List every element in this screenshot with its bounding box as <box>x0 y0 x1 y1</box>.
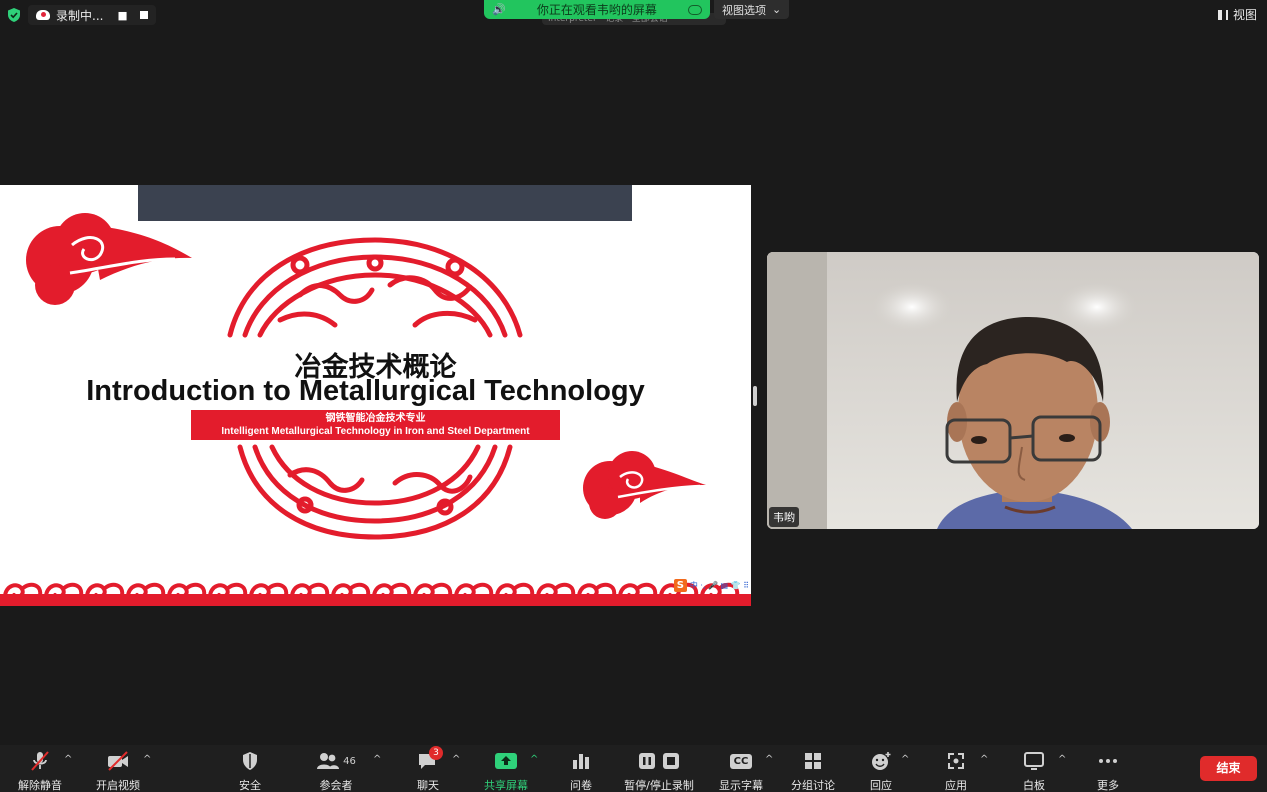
view-options-label: 视图选项 <box>722 3 766 17</box>
polls-button[interactable]: 问卷 <box>542 749 620 792</box>
meeting-toolbar: 解除静音 ^ 开启视频 ^ 安全 46 参会者 ^ 3 聊天 ^ 共享屏幕 ^ … <box>0 745 1267 792</box>
reactions-options-caret-icon[interactable]: ^ <box>901 754 909 765</box>
recording-status: 录制中... ▮▮ <box>6 5 156 25</box>
record-controls-label: 暂停/停止录制 <box>624 779 694 792</box>
layout-icon <box>1217 9 1228 20</box>
slide-subtitle-ribbon: 钢铁智能冶金技术专业 Intelligent Metallurgical Tec… <box>191 410 560 440</box>
split-resize-handle[interactable] <box>753 386 757 406</box>
breakout-rooms-label: 分组讨论 <box>791 779 835 792</box>
breakout-rooms-icon <box>805 753 821 769</box>
recording-pill[interactable]: 录制中... ▮▮ <box>28 5 156 25</box>
ime-toolbar-icons: 中 ·, 🎤 ▤ 👕 ⠿ <box>689 581 749 590</box>
participant-video <box>767 252 1259 529</box>
view-button[interactable]: 视图 <box>1217 6 1257 23</box>
share-options-caret-icon[interactable]: ^ <box>530 754 538 765</box>
share-screen-icon <box>495 753 517 769</box>
participant-video-tile[interactable]: 韦哟 <box>767 252 1259 529</box>
view-label: 视图 <box>1232 8 1257 22</box>
chat-options-caret-icon[interactable]: ^ <box>452 754 460 765</box>
more-button[interactable]: 更多 <box>1069 749 1147 792</box>
apps-label: 应用 <box>945 779 967 792</box>
slide-subtitle-english: Intelligent Metallurgical Technology in … <box>221 426 530 437</box>
shield-check-icon[interactable] <box>6 7 22 23</box>
whiteboard-label: 白板 <box>1023 779 1045 792</box>
whiteboard-options-caret-icon[interactable]: ^ <box>1058 754 1066 765</box>
pause-recording-icon[interactable]: ▮▮ <box>117 9 127 22</box>
participants-icon <box>317 753 340 769</box>
participants-options-caret-icon[interactable]: ^ <box>373 754 381 765</box>
apps-options-caret-icon[interactable]: ^ <box>980 754 988 765</box>
smiley-icon <box>872 752 891 770</box>
cloud-icon <box>688 4 702 15</box>
record-controls-button[interactable]: 暂停/停止录制 <box>620 749 698 792</box>
stop-icon <box>663 753 679 769</box>
more-label: 更多 <box>1097 779 1119 792</box>
cloud-ornament-right <box>583 451 706 519</box>
video-off-icon <box>108 751 128 771</box>
apps-icon <box>948 753 964 769</box>
security-label: 安全 <box>239 779 261 792</box>
stop-recording-icon[interactable] <box>139 11 148 19</box>
audio-options-caret-icon[interactable]: ^ <box>64 754 72 765</box>
participants-count: 46 <box>343 755 356 767</box>
microphone-muted-icon <box>31 751 49 771</box>
view-options-button[interactable]: 视图选项 ⌄ <box>714 0 790 19</box>
captions-label: 显示字幕 <box>719 779 763 792</box>
start-video-label: 开启视频 <box>96 779 140 792</box>
whiteboard-icon <box>1024 752 1044 770</box>
unmute-label: 解除静音 <box>18 779 62 792</box>
breakout-rooms-button[interactable]: 分组讨论 <box>774 749 852 792</box>
pause-icon <box>639 753 655 769</box>
end-meeting-button[interactable]: 结束 <box>1200 756 1257 781</box>
video-options-caret-icon[interactable]: ^ <box>143 754 151 765</box>
security-button[interactable]: 安全 <box>211 749 289 792</box>
speaker-icon[interactable]: 🔊 <box>492 3 506 16</box>
viewing-banner: 🔊 你正在观看韦哟的屏幕 <box>484 0 710 19</box>
cloud-record-icon <box>36 10 50 20</box>
reactions-label: 回应 <box>870 779 892 792</box>
participant-name-tag: 韦哟 <box>769 507 799 527</box>
captions-options-caret-icon[interactable]: ^ <box>765 754 773 765</box>
ime-logo-icon: S <box>673 579 687 592</box>
slide-title-english: Introduction to Metallurgical Technology <box>86 375 645 407</box>
ime-toolbar: S 中 ·, 🎤 ▤ 👕 ⠿ <box>673 579 749 592</box>
polls-icon <box>573 754 589 769</box>
chat-label: 聊天 <box>417 779 439 792</box>
chat-unread-badge: 3 <box>429 746 443 760</box>
closed-captions-icon: CC <box>729 753 753 769</box>
more-dots-icon <box>1099 759 1117 763</box>
security-shield-icon <box>243 752 257 770</box>
participants-button[interactable]: 46 参会者 <box>297 749 375 792</box>
recording-label: 录制中... <box>56 8 104 23</box>
share-screen-label: 共享屏幕 <box>484 779 528 792</box>
dragon-medallion <box>227 237 523 338</box>
shared-screen-slide: 冶金技术概论 Introduction to Metallurgical Tec… <box>0 185 751 606</box>
slide-subtitle-chinese: 钢铁智能冶金技术专业 <box>325 413 426 424</box>
participants-label: 参会者 <box>319 779 353 792</box>
polls-label: 问卷 <box>570 779 592 792</box>
chevron-down-icon: ⌄ <box>772 3 782 16</box>
viewing-banner-text: 你正在观看韦哟的屏幕 <box>536 3 657 17</box>
